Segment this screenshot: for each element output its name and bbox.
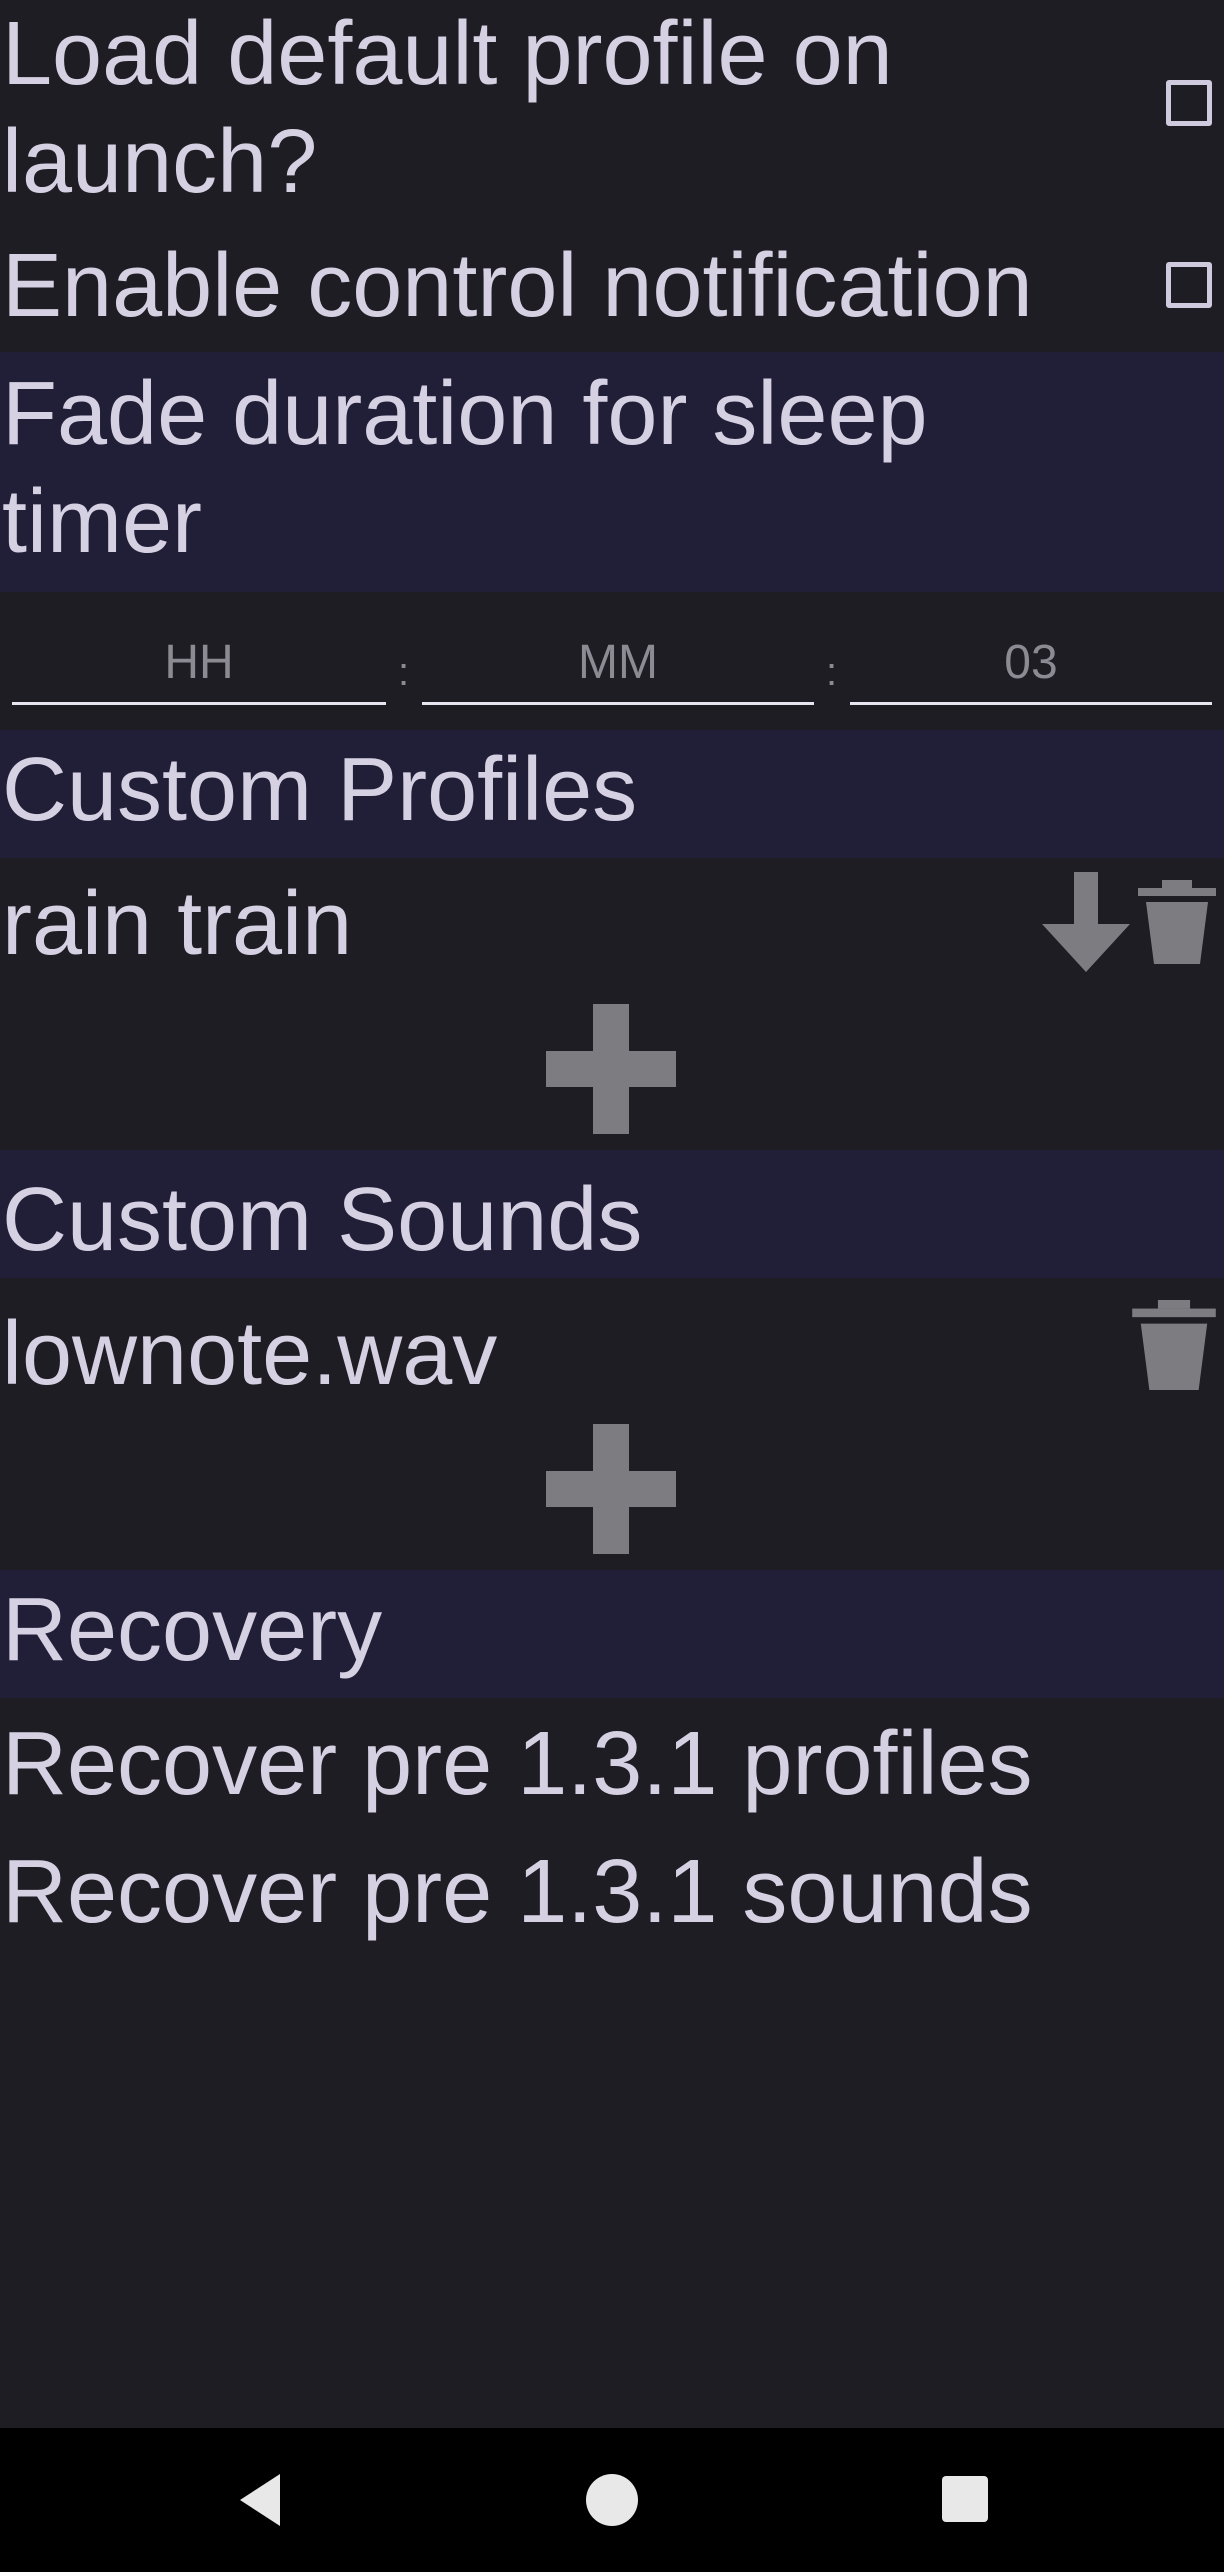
trash-icon[interactable]: [1130, 1300, 1218, 1390]
trash-icon[interactable]: [1136, 880, 1218, 964]
profile-list-item[interactable]: rain train: [0, 858, 1224, 986]
minutes-placeholder: MM: [578, 636, 658, 689]
recover-profiles-item[interactable]: Recover pre 1.3.1 profiles: [0, 1698, 1224, 1826]
seconds-field[interactable]: 03: [850, 630, 1212, 705]
add-profile-plus-icon[interactable]: [546, 1004, 676, 1134]
custom-sounds-header: Custom Sounds: [0, 1150, 1224, 1278]
recents-square-icon[interactable]: [940, 2474, 990, 2524]
system-navigation-bar: [0, 2428, 1224, 2572]
fade-duration-header: Fade duration for sleep timer: [0, 352, 1224, 592]
recovery-header: Recovery: [0, 1570, 1224, 1698]
home-circle-icon[interactable]: [584, 2472, 640, 2528]
fade-duration-title: Fade duration for sleep timer: [2, 364, 928, 572]
sound-list-item[interactable]: lownote.wav: [0, 1278, 1224, 1406]
profile-name: rain train: [2, 874, 353, 974]
seconds-value: 03: [1004, 636, 1058, 689]
control-notification-label: Enable control notification: [2, 236, 1033, 336]
recover-profiles-label: Recover pre 1.3.1 profiles: [2, 1714, 1033, 1814]
add-sound-plus-icon[interactable]: [546, 1424, 676, 1554]
hours-field[interactable]: HH: [12, 630, 386, 705]
time-separator: :: [826, 650, 838, 694]
load-default-profile-row[interactable]: Load default profile on launch?: [0, 0, 1224, 230]
custom-profiles-header: Custom Profiles: [0, 730, 1224, 858]
sound-name: lownote.wav: [2, 1304, 498, 1404]
minutes-field[interactable]: MM: [422, 630, 814, 705]
download-arrow-icon[interactable]: [1038, 872, 1134, 972]
time-separator: :: [398, 650, 410, 694]
custom-sounds-title: Custom Sounds: [2, 1170, 643, 1270]
load-default-profile-checkbox[interactable]: [1166, 80, 1212, 126]
recover-sounds-label: Recover pre 1.3.1 sounds: [2, 1842, 1033, 1942]
hours-placeholder: HH: [164, 636, 234, 689]
back-triangle-icon[interactable]: [234, 2472, 290, 2528]
custom-profiles-title: Custom Profiles: [2, 740, 638, 840]
recover-sounds-item[interactable]: Recover pre 1.3.1 sounds: [0, 1826, 1224, 1954]
control-notification-checkbox[interactable]: [1166, 262, 1212, 308]
recovery-title: Recovery: [2, 1580, 383, 1680]
control-notification-row[interactable]: Enable control notification: [0, 230, 1224, 350]
load-default-profile-label: Load default profile on launch?: [2, 4, 893, 212]
